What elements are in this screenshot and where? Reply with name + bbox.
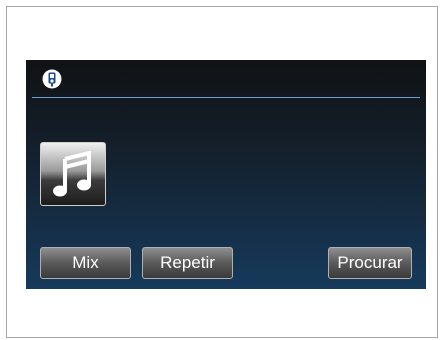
status-divider [32, 97, 420, 98]
repeat-button[interactable]: Repetir [142, 247, 233, 279]
status-bar [26, 60, 426, 98]
ipod-icon [42, 69, 62, 89]
music-note-icon [53, 151, 91, 197]
search-button[interactable]: Procurar [328, 247, 412, 279]
album-art [40, 142, 106, 206]
media-screen: Mix Repetir Procurar [26, 60, 426, 289]
mix-button[interactable]: Mix [40, 247, 131, 279]
